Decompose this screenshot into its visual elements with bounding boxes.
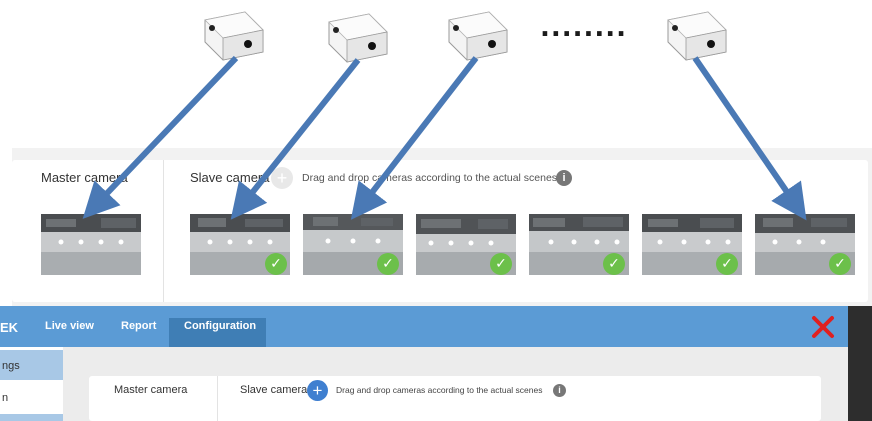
check-icon: ✓	[716, 253, 738, 275]
slave-camera-label: Slave camera	[240, 384, 308, 396]
drag-drop-hint: Drag and drop cameras according to the a…	[336, 385, 543, 395]
add-camera-button[interactable]: +	[307, 380, 328, 401]
camera-device-icon	[328, 13, 388, 63]
brand-logo: EK	[0, 320, 19, 335]
check-icon: ✓	[490, 253, 512, 275]
info-icon[interactable]: i	[553, 384, 566, 397]
add-camera-icon[interactable]: +	[271, 167, 293, 189]
drag-drop-hint: Drag and drop cameras according to the a…	[302, 172, 558, 184]
slave-camera-label: Slave camera	[190, 170, 270, 185]
divider	[163, 160, 164, 302]
master-camera-label: Master camera	[41, 170, 128, 185]
nav-live-view[interactable]: Live view	[45, 320, 94, 332]
nav-report[interactable]: Report	[121, 320, 156, 332]
info-icon[interactable]: i	[556, 170, 572, 186]
nav-configuration[interactable]: Configuration	[184, 320, 256, 332]
camera-config-card	[89, 376, 821, 421]
sidebar-item-label: ngs	[2, 360, 20, 372]
divider	[217, 376, 218, 421]
master-camera-thumbnail[interactable]	[41, 214, 141, 275]
sidebar-item-label[interactable]: n	[2, 392, 8, 404]
camera-device-icon	[667, 11, 727, 61]
camera-device-icon	[204, 11, 264, 61]
check-icon: ✓	[829, 253, 851, 275]
master-camera-label: Master camera	[114, 384, 188, 396]
camera-device-icon	[448, 11, 508, 61]
scrollbar[interactable]	[848, 306, 872, 421]
sidebar-item[interactable]	[0, 414, 63, 421]
close-icon[interactable]	[810, 314, 836, 340]
check-icon: ✓	[603, 253, 625, 275]
check-icon: ✓	[265, 253, 287, 275]
check-icon: ✓	[377, 253, 399, 275]
ellipsis: ........	[540, 13, 628, 43]
